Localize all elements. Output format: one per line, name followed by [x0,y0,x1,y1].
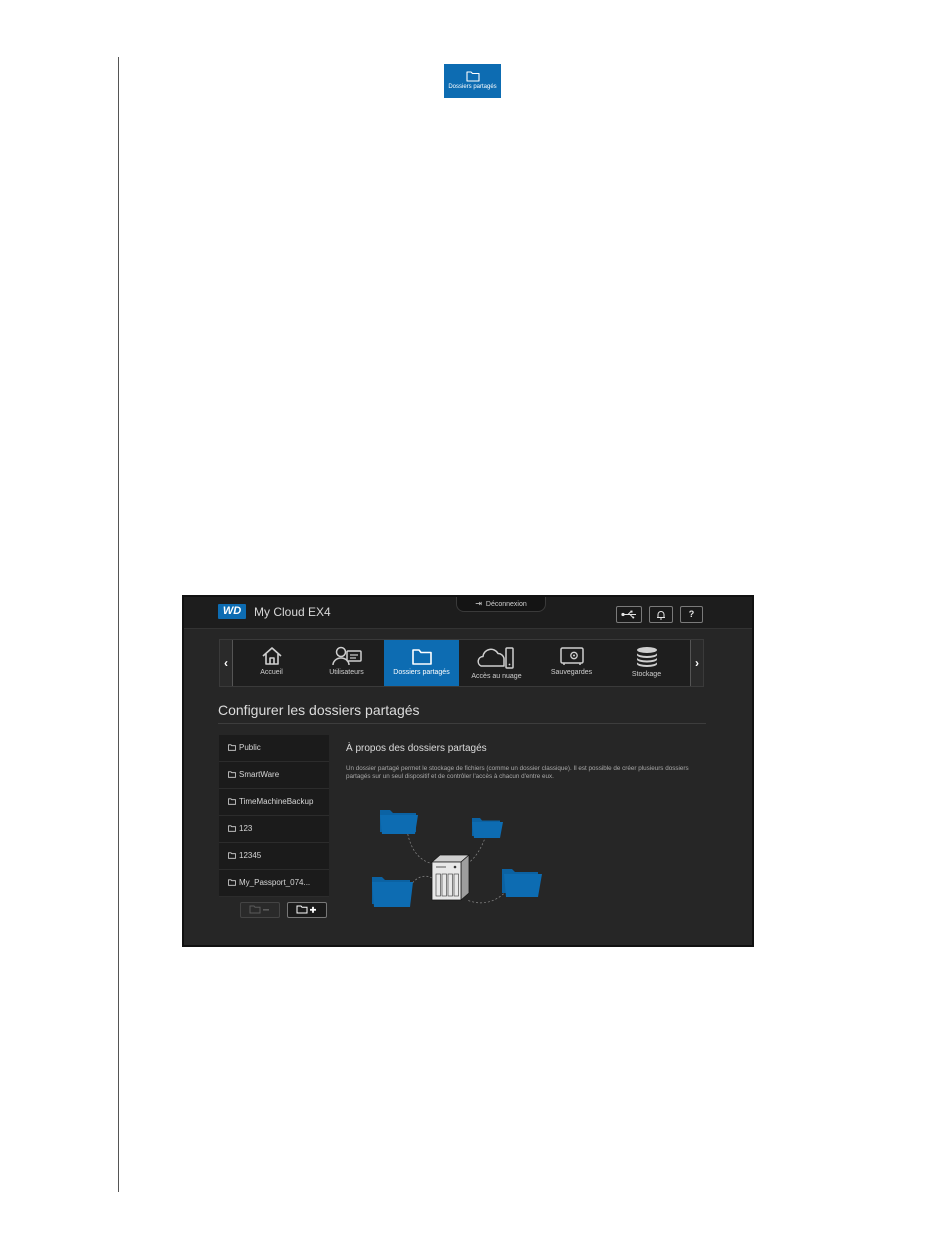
shared-folders-illustration [372,810,542,907]
folder-icon [228,744,236,751]
share-item[interactable]: SmartWare [219,762,329,789]
alerts-button[interactable] [649,606,673,623]
storage-icon [636,647,657,667]
main-navigation: ‹ Accueil Utilisateurs Dossiers partagés [219,639,704,687]
wd-logo: WD [218,604,246,619]
about-title: À propos des dossiers partagés [346,743,487,754]
share-list: Public SmartWare TimeMachineBackup 123 1… [219,735,329,897]
nav-label: Sauvegardes [550,669,593,676]
folder-add-icon [296,905,316,914]
share-name: TimeMachineBackup [239,797,314,806]
home-icon [261,647,282,665]
nav-label: Accueil [260,669,283,676]
nav-item-dossiers-partages[interactable]: Dossiers partagés [384,640,459,686]
folder-icon [228,879,236,886]
add-share-button[interactable] [287,902,327,918]
product-name: My Cloud EX4 [254,605,331,619]
logout-label: Déconnexion [485,601,527,608]
logout-button[interactable]: ⇥ Déconnexion [456,597,546,612]
folder-icon [380,810,418,834]
remove-share-button[interactable] [240,902,280,918]
top-bar: WD My Cloud EX4 ⇥ Déconnexion ? [184,597,752,629]
cloud-access-icon [476,647,514,669]
safe-icon [559,647,584,665]
nav-item-sauvegardes[interactable]: Sauvegardes [534,640,609,686]
divider [218,723,706,724]
shared-folders-icon-sample: Dossiers partagés [444,64,501,98]
help-button[interactable]: ? [680,606,703,623]
share-item[interactable]: 123 [219,816,329,843]
nav-item-acces-au-nuage[interactable]: Accès au nuage [459,640,534,686]
share-item[interactable]: Public [219,735,329,762]
about-text: Un dossier partagé permet le stockage de… [346,765,689,780]
app-screenshot: WD My Cloud EX4 ⇥ Déconnexion ? ‹ Accuei… [182,595,754,947]
usb-button[interactable] [616,606,642,623]
folder-icon [372,877,413,907]
logout-icon: ⇥ [475,599,482,608]
folder-icon [411,649,432,665]
folder-icon [465,71,480,82]
folder-icon [228,798,236,805]
users-icon [331,646,362,666]
page-margin-rule [118,57,119,1192]
share-name: Public [239,743,261,752]
nav-item-utilisateurs[interactable]: Utilisateurs [309,640,384,686]
folder-icon [472,818,503,838]
shared-folders-icon-label: Dossiers partagés [448,84,497,90]
nav-label: Accès au nuage [471,673,522,680]
usb-icon [621,610,636,619]
share-item[interactable]: 12345 [219,843,329,870]
nas-device-icon [430,854,471,901]
share-name: SmartWare [239,770,280,779]
share-name: 123 [239,824,253,833]
share-list-tools [240,902,330,918]
nav-label: Stockage [631,671,662,678]
folder-icon [228,852,236,859]
folder-icon [228,771,236,778]
share-item[interactable]: My_Passport_074... [219,870,329,897]
nav-prev-button[interactable]: ‹ [220,640,233,686]
nav-label: Utilisateurs [329,669,364,676]
share-name: 12345 [239,851,262,860]
bell-icon [657,611,665,620]
folder-icon [502,869,542,897]
folder-remove-icon [249,905,269,914]
nav-item-stockage[interactable]: Stockage [609,640,684,686]
share-item[interactable]: TimeMachineBackup [219,789,329,816]
folder-icon [228,825,236,832]
nav-next-button[interactable]: › [690,640,703,686]
nav-label: Dossiers partagés [393,669,450,676]
share-name: My_Passport_074... [239,878,311,887]
nav-item-accueil[interactable]: Accueil [234,640,309,686]
page-title: Configurer les dossiers partagés [218,702,420,718]
